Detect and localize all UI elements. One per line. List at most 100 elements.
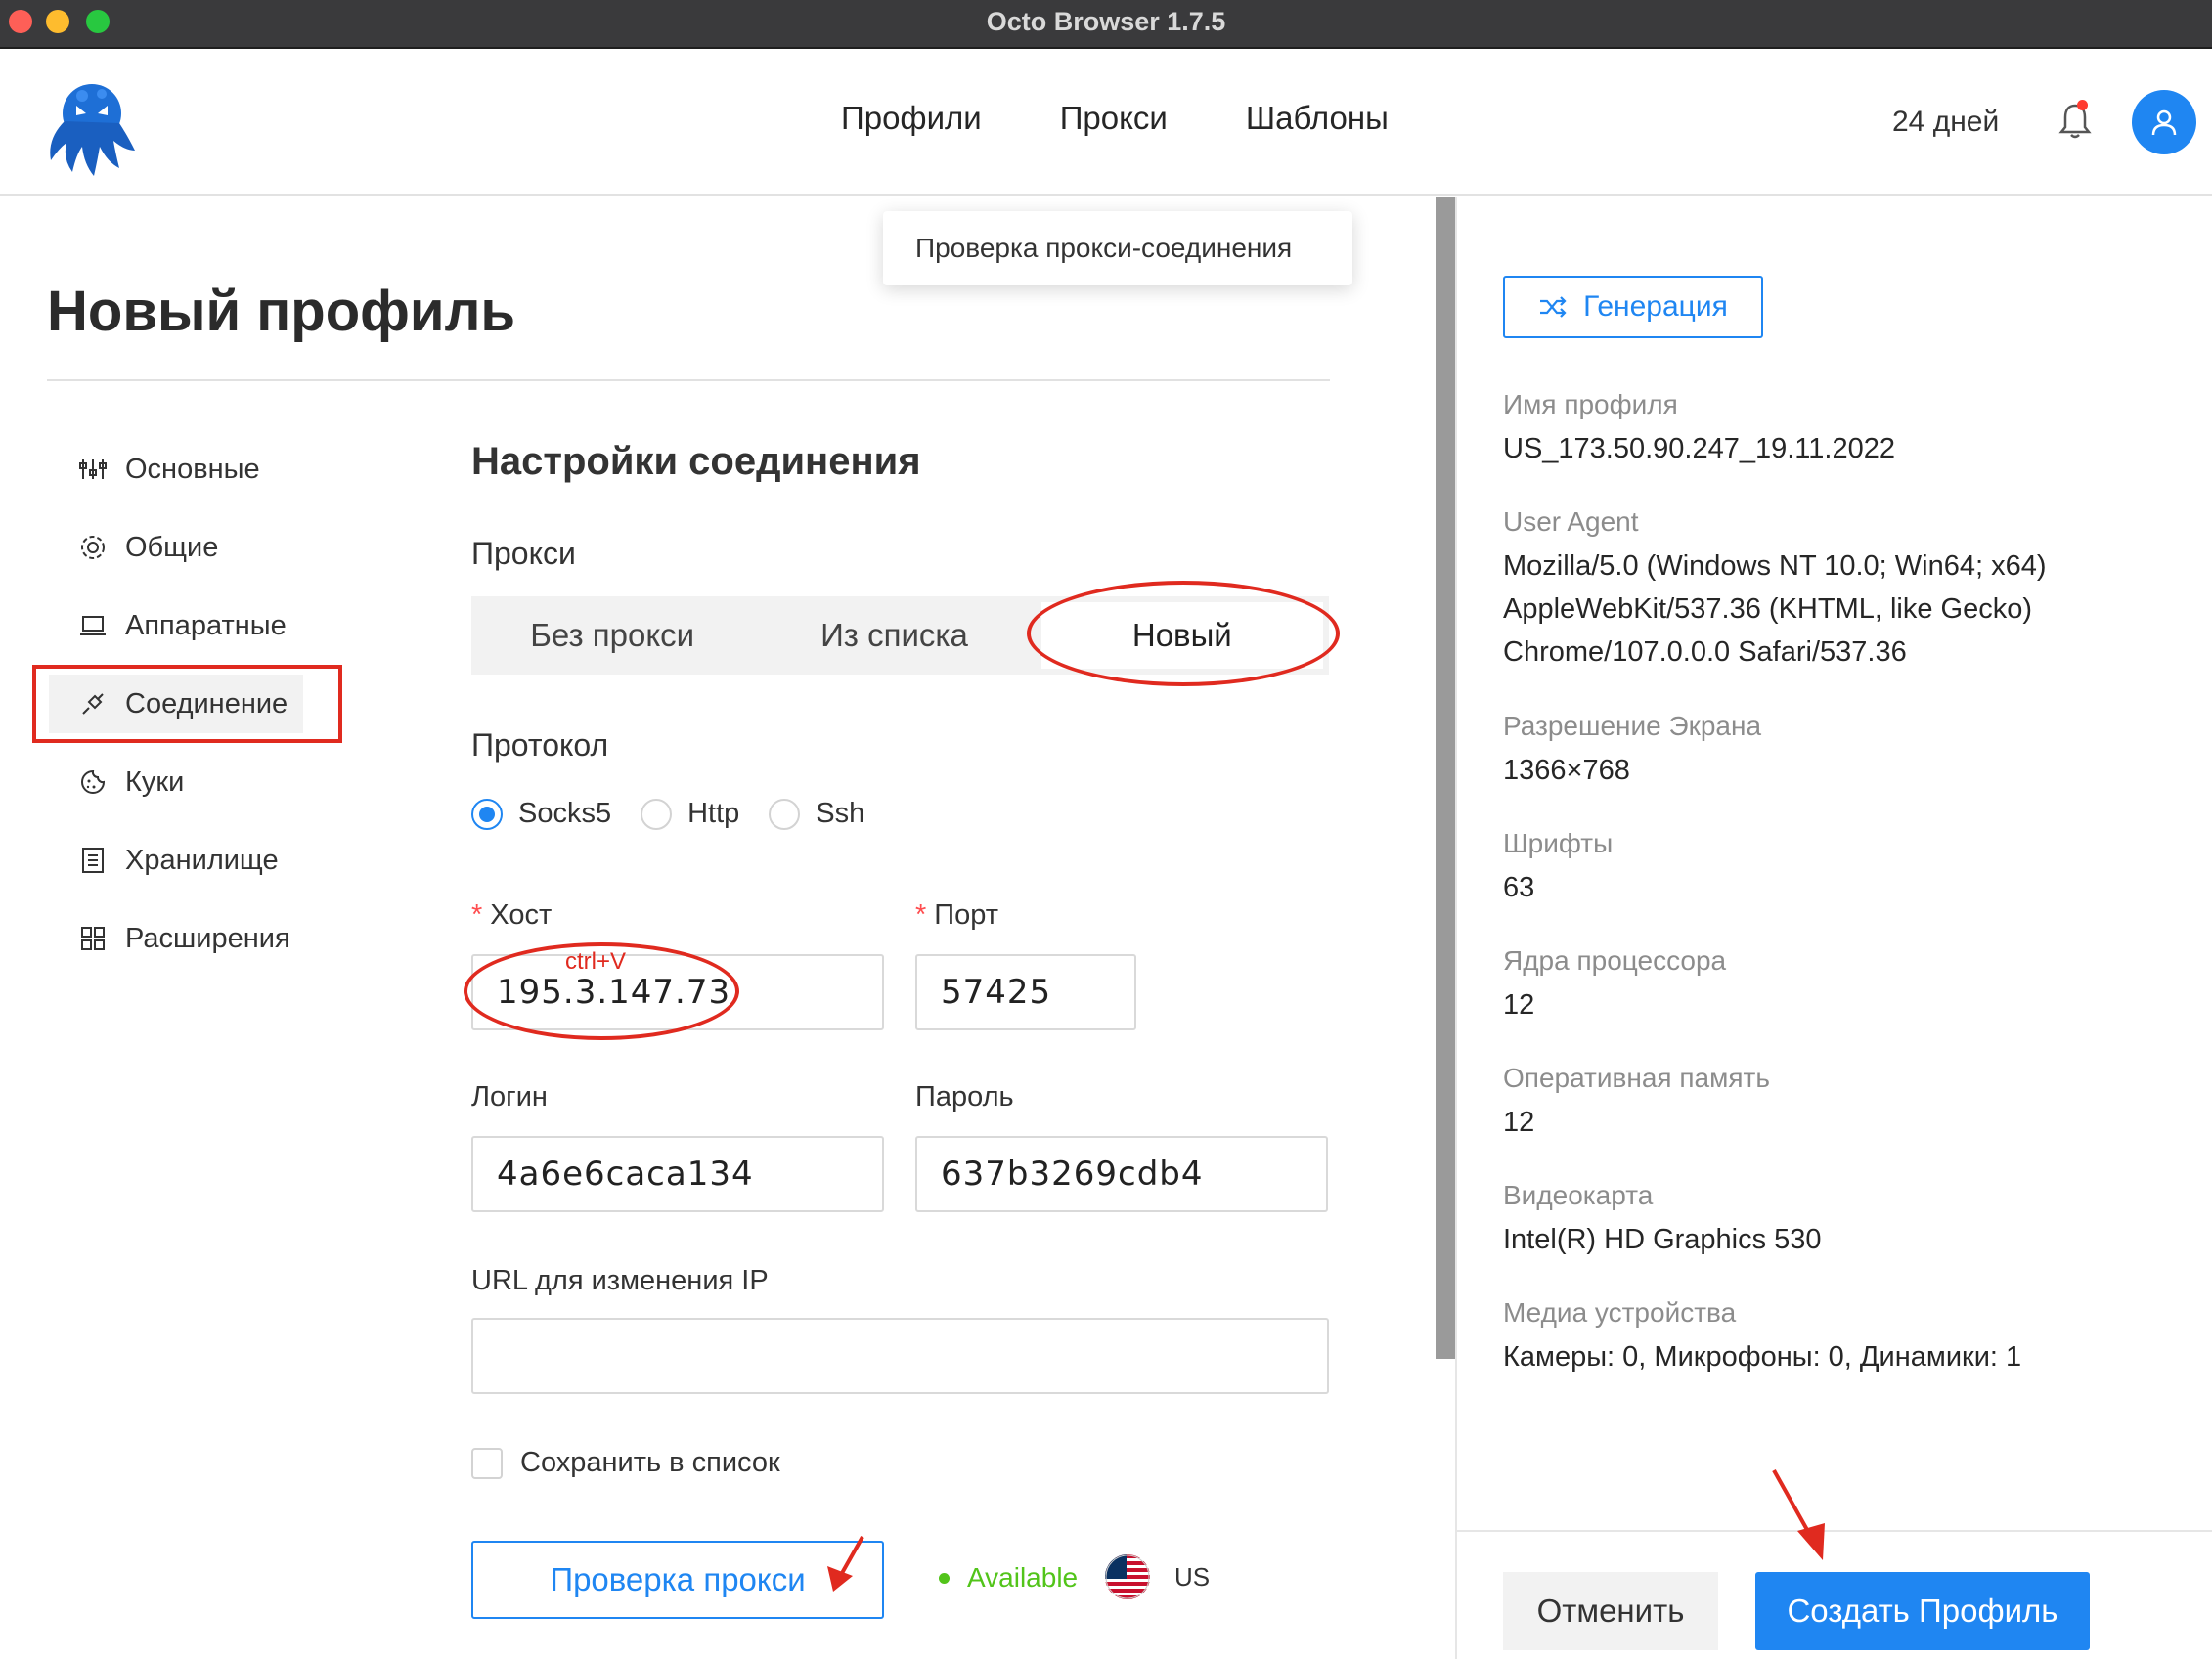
user-agent-label: User Agent [1503, 506, 1639, 537]
cancel-button[interactable]: Отменить [1503, 1572, 1718, 1650]
annotation-arrow-create [1772, 1469, 1825, 1560]
cookie-icon [78, 767, 108, 797]
gpu-value: Intel(R) HD Graphics 530 [1503, 1224, 1822, 1255]
sidebar-item-label: Расширения [125, 922, 290, 954]
cpu-cores-value: 12 [1503, 989, 1535, 1021]
password-label: Пароль [915, 1081, 1014, 1113]
sidebar-item-cookies[interactable]: Куки [78, 753, 184, 811]
protocol-radio-group: Socks5 Http Ssh [471, 798, 864, 830]
annotation-arrow-check [827, 1536, 864, 1592]
annotation-ctrl-v: ctrl+V [565, 948, 627, 975]
user-avatar[interactable] [2132, 90, 2196, 154]
title-divider [47, 379, 1330, 381]
gear-icon [78, 533, 108, 562]
subscription-days: 24 дней [1892, 106, 2000, 138]
host-label-text: Хост [490, 899, 553, 931]
storage-icon [78, 846, 108, 875]
radio-label: Socks5 [518, 798, 612, 829]
annotation-circle-new [1027, 581, 1340, 686]
proxy-label: Прокси [471, 536, 576, 571]
radio-label: Http [687, 798, 740, 829]
footer-divider [1455, 1530, 2212, 1532]
protocol-label: Протокол [471, 727, 609, 763]
sidebar-item-extensions[interactable]: Расширения [78, 909, 290, 968]
required-mark: * [915, 899, 927, 931]
status-dot [939, 1572, 950, 1584]
gpu-label: Видеокарта [1503, 1180, 1654, 1210]
profile-name-value: US_173.50.90.247_19.11.2022 [1503, 433, 1895, 464]
content-scrollbar[interactable] [1436, 197, 1455, 1359]
create-profile-button[interactable]: Создать Профиль [1755, 1572, 2090, 1650]
profile-name-label: Имя профиля [1503, 389, 1678, 419]
user-agent-line-2: AppleWebKit/537.36 (KHTML, like Gecko) [1503, 593, 2033, 625]
status-text: Available [967, 1562, 1079, 1593]
protocol-http[interactable]: Http [641, 798, 739, 830]
media-devices-label: Медиа устройства [1503, 1297, 1737, 1328]
save-to-list-checkbox[interactable] [471, 1447, 503, 1479]
radio-dot [471, 798, 503, 830]
sidebar-item-label: Аппаратные [125, 609, 287, 641]
connection-section-title: Настройки соединения [471, 440, 921, 483]
sidebar-item-label: Куки [125, 765, 185, 798]
host-label: * Хост [471, 899, 552, 932]
login-label: Логин [471, 1081, 548, 1113]
port-label-text: Порт [934, 899, 999, 931]
page-title: Новый профиль [47, 280, 516, 343]
generate-button[interactable]: Генерация [1503, 276, 1763, 338]
sidebar-item-label: Хранилище [125, 844, 279, 876]
proxy-option-none[interactable]: Без прокси [471, 596, 753, 675]
extensions-icon [78, 924, 108, 953]
sidebar-item-label: Общие [125, 531, 219, 563]
port-input[interactable]: 57425 [915, 954, 1136, 1030]
fonts-label: Шрифты [1503, 828, 1614, 858]
protocol-socks5[interactable]: Socks5 [471, 798, 611, 830]
save-to-list-row[interactable]: Сохранить в список [471, 1447, 780, 1479]
ip-change-url-input[interactable] [471, 1318, 1329, 1394]
required-mark: * [471, 899, 483, 931]
user-agent-line-1: Mozilla/5.0 (Windows NT 10.0; Win64; x64… [1503, 550, 2047, 582]
check-proxy-button[interactable]: Проверка прокси [471, 1541, 884, 1619]
proxy-country: US [1174, 1562, 1211, 1592]
ram-label: Оперативная память [1503, 1063, 1770, 1093]
us-flag-icon [1105, 1554, 1150, 1599]
login-input[interactable]: 4a6e6caca134 [471, 1136, 884, 1212]
password-input[interactable]: 637b3269cdb4 [915, 1136, 1328, 1212]
user-agent-line-3: Chrome/107.0.0.0 Safari/537.36 [1503, 636, 1907, 668]
top-navigation: Профили Прокси Шаблоны 24 дней [0, 51, 2212, 196]
window-titlebar: Octo Browser 1.7.5 [0, 0, 2212, 49]
laptop-icon [78, 611, 108, 640]
user-icon [2151, 109, 2177, 136]
bell-icon[interactable] [2057, 102, 2093, 141]
sidebar-item-label: Основные [125, 453, 260, 485]
shuffle-icon [1540, 296, 1567, 318]
resolution-label: Разрешение Экрана [1503, 711, 1762, 741]
nav-proxies[interactable]: Прокси [1060, 100, 1168, 137]
resolution-value: 1366×768 [1503, 755, 1630, 786]
proxy-option-from-list[interactable]: Из списка [753, 596, 1035, 675]
save-to-list-label: Сохранить в список [520, 1447, 780, 1478]
radio-dot [641, 798, 673, 830]
sidebar-item-storage[interactable]: Хранилище [78, 831, 279, 890]
cpu-cores-label: Ядра процессора [1503, 945, 1727, 976]
ram-value: 12 [1503, 1107, 1535, 1138]
sliders-icon [78, 455, 108, 484]
annotation-highlight-connection [32, 665, 342, 743]
nav-templates[interactable]: Шаблоны [1246, 100, 1389, 137]
ip-change-url-label: URL для изменения IP [471, 1265, 769, 1296]
window-title: Octo Browser 1.7.5 [986, 7, 1226, 36]
notification-dot [2077, 100, 2088, 110]
sidebar-item-basic[interactable]: Основные [78, 440, 260, 499]
media-devices-value: Камеры: 0, Микрофоны: 0, Динамики: 1 [1503, 1341, 2022, 1373]
protocol-ssh[interactable]: Ssh [769, 798, 864, 830]
nav-profiles[interactable]: Профили [841, 100, 982, 137]
main-nav: Профили Прокси Шаблоны [841, 100, 1389, 137]
radio-dot [769, 798, 801, 830]
generate-button-label: Генерация [1583, 290, 1728, 323]
sidebar-item-hardware[interactable]: Аппаратные [78, 596, 287, 655]
sidebar-item-general[interactable]: Общие [78, 518, 218, 577]
proxy-status: Available [939, 1562, 1078, 1594]
panel-divider [1455, 197, 1457, 1659]
fonts-value: 63 [1503, 872, 1535, 903]
radio-label: Ssh [816, 798, 865, 829]
octopus-logo-icon[interactable] [37, 70, 147, 180]
